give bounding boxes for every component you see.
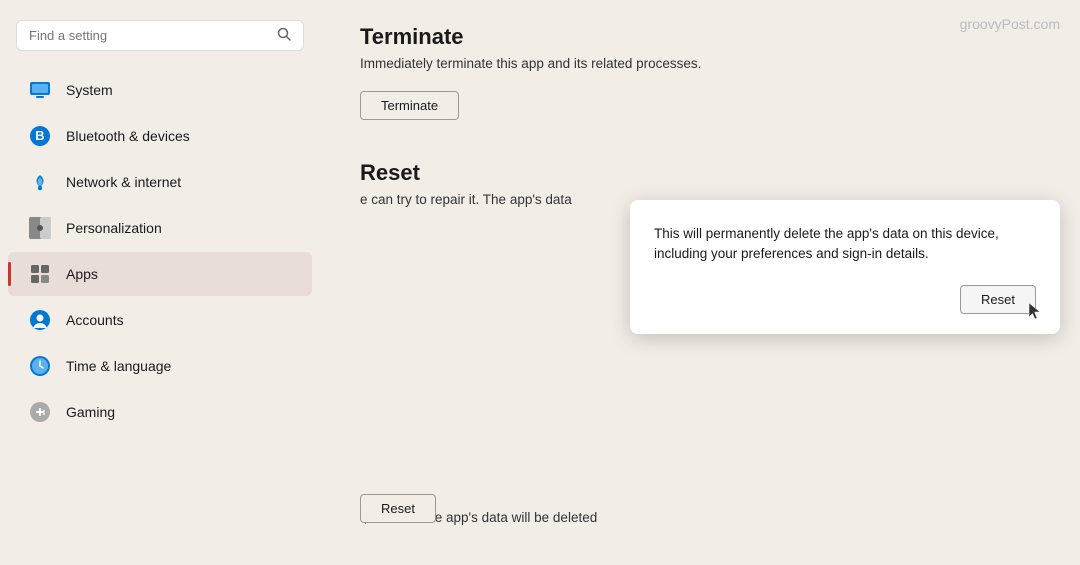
sidebar-label-accounts: Accounts xyxy=(66,312,124,328)
accounts-icon xyxy=(28,308,52,332)
sidebar-label-personalization: Personalization xyxy=(66,220,162,236)
svg-text:B: B xyxy=(35,128,44,143)
main-content: groovyPost.com Terminate Immediately ter… xyxy=(320,0,1080,565)
terminate-description: Immediately terminate this app and its r… xyxy=(360,56,1040,71)
sidebar-label-time: Time & language xyxy=(66,358,171,374)
search-input[interactable] xyxy=(29,28,269,43)
terminate-section: Terminate Immediately terminate this app… xyxy=(360,24,1040,150)
confirm-dialog: This will permanently delete the app's d… xyxy=(630,200,1060,334)
sidebar-item-network[interactable]: Network & internet xyxy=(8,160,312,204)
sidebar-item-bluetooth[interactable]: B Bluetooth & devices xyxy=(8,114,312,158)
time-icon xyxy=(28,354,52,378)
dialog-reset-button[interactable]: Reset xyxy=(960,285,1036,314)
sidebar-label-gaming: Gaming xyxy=(66,404,115,420)
reset-title: Reset xyxy=(360,160,1040,186)
sidebar-label-apps: Apps xyxy=(66,266,98,282)
search-box[interactable] xyxy=(16,20,304,51)
system-icon xyxy=(28,78,52,102)
terminate-title: Terminate xyxy=(360,24,1040,50)
sidebar: System B Bluetooth & devices Network & xyxy=(0,0,320,565)
dialog-actions: Reset xyxy=(654,285,1036,314)
app-container: System B Bluetooth & devices Network & xyxy=(0,0,1080,565)
dialog-message: This will permanently delete the app's d… xyxy=(654,224,1036,265)
active-indicator xyxy=(8,262,11,286)
cursor-icon xyxy=(1027,301,1043,321)
sidebar-label-bluetooth: Bluetooth & devices xyxy=(66,128,190,144)
reset-description-bottom: t, reset it. The app's data will be dele… xyxy=(360,510,1060,525)
sidebar-item-accounts[interactable]: Accounts xyxy=(8,298,312,342)
sidebar-item-gaming[interactable]: Gaming xyxy=(8,390,312,434)
search-icon xyxy=(277,27,291,44)
watermark: groovyPost.com xyxy=(960,16,1060,32)
sidebar-item-system[interactable]: System xyxy=(8,68,312,112)
reset-button[interactable]: Reset xyxy=(360,494,436,523)
sidebar-item-personalization[interactable]: Personalization xyxy=(8,206,312,250)
bluetooth-icon: B xyxy=(28,124,52,148)
sidebar-label-system: System xyxy=(66,82,113,98)
terminate-button[interactable]: Terminate xyxy=(360,91,459,120)
personalization-icon xyxy=(28,216,52,240)
network-icon xyxy=(28,170,52,194)
sidebar-label-network: Network & internet xyxy=(66,174,181,190)
apps-icon xyxy=(28,262,52,286)
sidebar-item-time[interactable]: Time & language xyxy=(8,344,312,388)
gaming-icon xyxy=(28,400,52,424)
sidebar-item-apps[interactable]: Apps xyxy=(8,252,312,296)
